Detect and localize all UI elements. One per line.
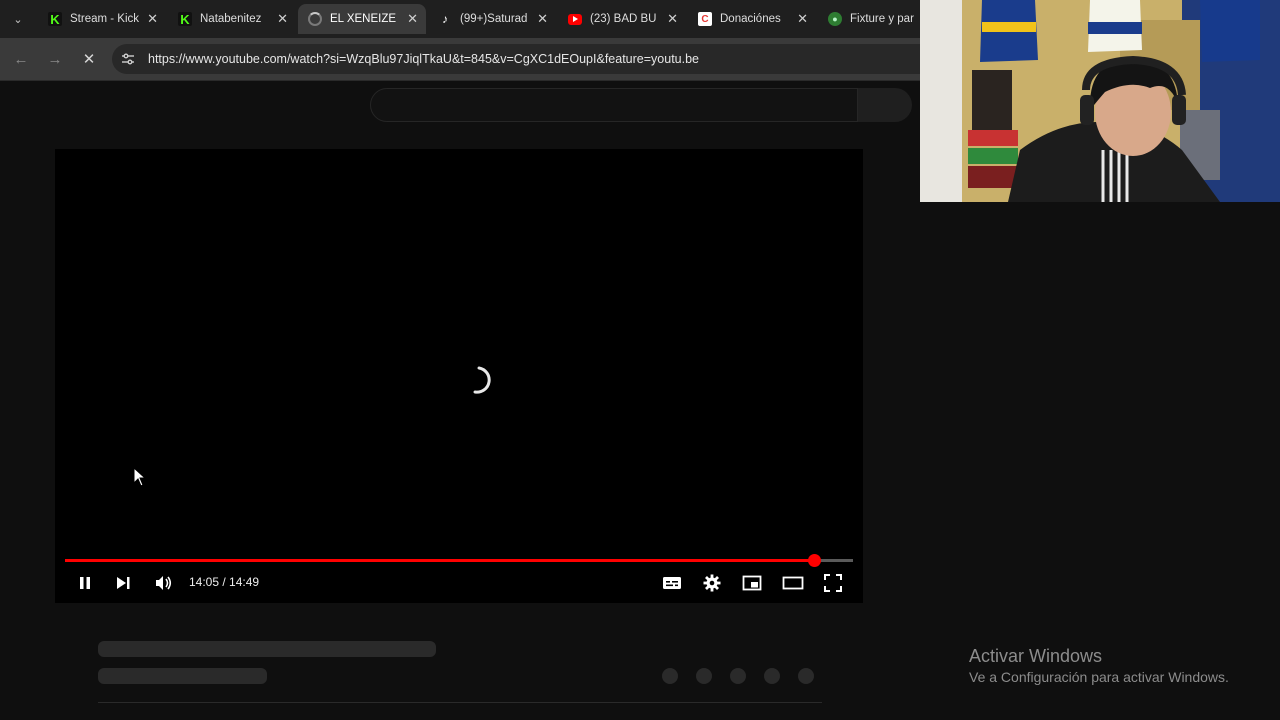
loading-spinner-icon [473,366,491,394]
tab-title: EL XENEIZE [330,13,397,25]
tab-el-xeneize[interactable]: EL XENEIZE ✕ [298,4,426,34]
volume-button[interactable] [153,572,175,594]
stop-loading-icon[interactable]: ✕ [80,50,98,68]
tab-stream-kick[interactable]: K Stream - Kick ✕ [38,4,166,34]
progress-bar[interactable] [65,554,853,567]
close-icon[interactable]: ✕ [277,11,288,27]
action-placeholder [696,668,712,684]
windows-activation-title: Activar Windows [969,646,1103,666]
miniplayer-icon [742,575,762,591]
pause-icon [80,577,90,589]
theater-mode-button[interactable] [782,572,804,594]
mouse-cursor-icon [133,467,147,487]
kick-icon: K [178,12,192,27]
action-placeholder [798,668,814,684]
url-text: https://www.youtube.com/watch?si=WzqBlu9… [148,52,699,66]
browser-toolbar: ← → ✕ https://www.youtube.com/watch?si=W… [0,38,920,81]
close-icon[interactable]: ✕ [667,11,678,27]
video-title-placeholder [98,641,436,657]
tab-donaciones[interactable]: C Donaciónes ✕ [688,4,816,34]
windows-activation-subtitle: Ve a Configuración para activar Windows. [969,669,1229,685]
site-settings-icon[interactable] [120,51,136,67]
search-button[interactable] [858,88,912,122]
tab-title: Natabenitez [200,13,262,25]
tab-fixture[interactable]: ● Fixture y par [818,4,920,34]
settings-button[interactable] [701,572,723,594]
tab-title: Donaciónes [720,13,781,25]
close-icon[interactable]: ✕ [797,11,808,27]
action-placeholder [730,668,746,684]
next-button[interactable] [112,572,134,594]
tab-strip: ⌄ K Stream - Kick ✕ K Natabenitez ✕ EL X… [0,0,920,38]
tab-search-chevron-icon[interactable]: ⌄ [6,8,30,30]
loading-spinner-icon [308,12,322,26]
close-icon[interactable]: ✕ [147,11,158,27]
kick-icon: K [48,12,62,27]
tab-title: (23) BAD BU [590,13,657,25]
tab-title: Fixture y par [850,13,914,25]
tab-title: Stream - Kick [70,13,140,25]
action-placeholder [764,668,780,684]
c-icon: C [698,12,712,26]
next-icon [117,577,130,589]
pause-button[interactable] [74,572,96,594]
webcam-overlay [920,0,1280,202]
subtitles-button[interactable] [661,572,683,594]
close-icon[interactable]: ✕ [407,11,418,27]
theater-mode-icon [782,576,804,590]
tab-youtube-bad-bunny[interactable]: (23) BAD BU ✕ [558,4,686,34]
address-bar[interactable]: https://www.youtube.com/watch?si=WzqBlu9… [112,44,920,74]
gear-icon [703,574,721,592]
subtitles-icon [663,577,681,589]
search-input[interactable] [370,88,858,122]
progress-played [65,559,815,562]
tab-tiktok[interactable]: ♪ (99+)Saturad ✕ [428,4,556,34]
forward-arrow-icon[interactable]: → [46,50,64,68]
time-display: 14:05 / 14:49 [189,575,260,589]
volume-icon [156,576,172,590]
miniplayer-button[interactable] [741,572,763,594]
video-player[interactable] [55,149,863,603]
webcam-feed-image [920,0,1280,202]
back-arrow-icon[interactable]: ← [12,50,30,68]
globe-icon: ● [828,12,842,26]
channel-placeholder [98,668,267,684]
youtube-icon [568,13,582,25]
action-placeholder [662,668,678,684]
close-icon[interactable]: ✕ [537,11,548,27]
divider [98,702,822,703]
fullscreen-button[interactable] [822,572,844,594]
fullscreen-icon [824,574,842,592]
tab-natabenitez[interactable]: K Natabenitez ✕ [168,4,296,34]
tiktok-icon: ♪ [442,12,448,26]
tab-title: (99+)Saturad [460,13,528,25]
